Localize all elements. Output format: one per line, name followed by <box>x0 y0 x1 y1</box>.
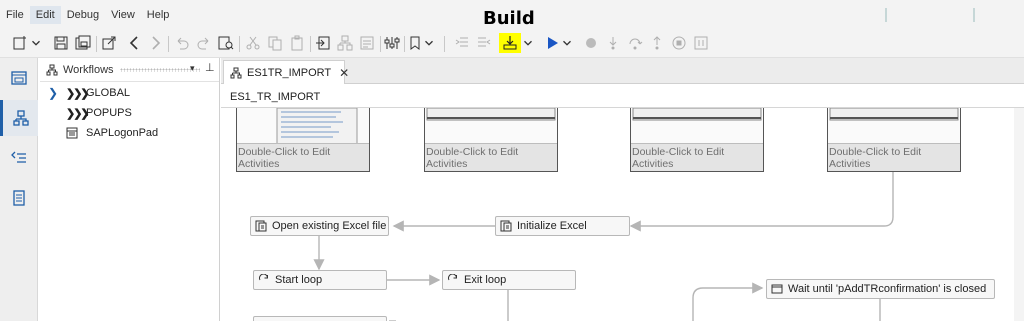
thumbnail-caption: Double-Click to Edit Activities <box>237 143 369 171</box>
title-bar-controls <box>884 6 1024 24</box>
thumbnail-preview <box>631 108 763 144</box>
workflows-panel-header: Workflows ▾ ⊥ <box>40 58 219 82</box>
toolbar <box>0 30 1024 58</box>
document-icon[interactable] <box>0 180 38 216</box>
node-wait-until-closed[interactable]: Wait until 'pAddTRconfirmation' is close… <box>766 279 995 299</box>
thumbnail-caption: Double-Click to Edit Activities <box>828 143 960 171</box>
thumbnail-caption: Double-Click to Edit Activities <box>631 143 763 171</box>
export-icon[interactable] <box>99 33 119 53</box>
panel-drag-grip[interactable] <box>120 68 200 72</box>
loop-icon <box>258 274 270 286</box>
save-all-icon[interactable] <box>73 33 93 53</box>
tree-item-saplogonpad[interactable]: SAPLogonPad <box>66 124 158 142</box>
menu-file[interactable]: File <box>0 6 30 24</box>
build-icon[interactable] <box>499 33 521 53</box>
indent-icon[interactable] <box>452 33 472 53</box>
cut-icon[interactable] <box>243 33 263 53</box>
thumbnail-preview <box>828 108 960 144</box>
import-icon[interactable] <box>313 33 333 53</box>
tree-item-label: GLOBAL <box>86 87 131 99</box>
menu-debug[interactable]: Debug <box>61 6 105 24</box>
redo-icon[interactable] <box>194 33 214 53</box>
activity-thumbnail[interactable]: Double-Click to Edit Activities <box>424 108 558 172</box>
pin-icon[interactable]: ⊥ <box>205 61 215 74</box>
window-icon[interactable] <box>0 60 38 96</box>
activity-thumbnail[interactable]: Double-Click to Edit Activities <box>630 108 764 172</box>
node-label: Wait until 'pAddTRconfirmation' is close… <box>788 283 987 295</box>
dropdown-chevron-icon[interactable] <box>521 33 535 53</box>
group-icon[interactable] <box>335 33 355 53</box>
forward-icon[interactable] <box>145 33 165 53</box>
node-open-excel[interactable]: Open existing Excel file <box>250 216 389 236</box>
find-icon[interactable] <box>216 33 236 53</box>
window-icon <box>771 283 783 295</box>
loop-icon <box>447 274 459 286</box>
chevron-down-icon[interactable]: ▾ <box>190 63 195 74</box>
new-icon[interactable] <box>10 33 30 53</box>
window-list-icon <box>66 127 86 139</box>
tree-item-label: POPUPS <box>86 107 132 119</box>
chevron-right-icon[interactable]: ❯ <box>48 86 66 100</box>
thumbnail-caption: Double-Click to Edit Activities <box>425 143 557 171</box>
node-label: Exit loop <box>464 274 507 286</box>
thumbnail-preview <box>237 108 369 145</box>
undo-icon[interactable] <box>172 33 192 53</box>
copy-icon[interactable] <box>265 33 285 53</box>
node-label: Start loop <box>275 274 323 286</box>
node-exit-loop[interactable]: Exit loop <box>442 270 576 290</box>
editor-workflow-title: ES1_TR_IMPORT <box>221 84 1024 108</box>
outdent-icon[interactable] <box>474 33 494 53</box>
paste-icon[interactable] <box>287 33 307 53</box>
dropdown-chevron-icon[interactable] <box>560 33 574 53</box>
node-label: Open existing Excel file <box>272 220 387 232</box>
dropdown-chevron-icon[interactable] <box>422 33 436 53</box>
menu-view[interactable]: View <box>105 6 141 24</box>
list-arrow-icon[interactable] <box>0 140 38 176</box>
thumbnail-preview <box>425 108 557 144</box>
step-over-icon[interactable] <box>625 33 645 53</box>
activity-thumbnail[interactable]: Double-Click to Edit Activities <box>236 108 370 172</box>
tree-item-popups[interactable]: ❯❯❯ POPUPS <box>66 104 132 122</box>
node-label: Initialize Excel <box>517 220 587 232</box>
editor-tab-bar: ES1TR_IMPORT ✕ <box>221 58 1024 84</box>
form-icon[interactable] <box>357 33 377 53</box>
workflow-canvas[interactable]: Double-Click to Edit Activities Double-C… <box>221 108 1024 321</box>
menu-help[interactable]: Help <box>141 6 176 24</box>
step-into-icon[interactable] <box>603 33 623 53</box>
stop-icon[interactable] <box>669 33 689 53</box>
tree-item-global[interactable]: ❯ ❯❯❯ GLOBAL <box>48 84 130 102</box>
tab-es1tr-import[interactable]: ES1TR_IMPORT ✕ <box>223 60 349 84</box>
activity-bar <box>0 58 38 321</box>
chevron-group-icon: ❯❯❯ <box>66 107 90 120</box>
workflows-panel-title: Workflows <box>63 63 114 76</box>
workflow-tree-icon[interactable] <box>0 100 38 136</box>
workflows-panel: Workflows ▾ ⊥ ❯ ❯❯❯ GLOBAL ❯❯❯ POPUPS SA… <box>40 58 220 321</box>
menu-edit[interactable]: Edit <box>29 6 61 24</box>
back-icon[interactable] <box>125 33 145 53</box>
build-annotation-label: Build <box>483 8 535 29</box>
excel-activity-icon <box>255 220 267 232</box>
properties-icon[interactable] <box>382 33 402 53</box>
workflow-tree-icon <box>230 67 242 79</box>
run-icon[interactable] <box>542 33 562 53</box>
node-initialize-excel[interactable]: Initialize Excel <box>495 216 630 236</box>
dropdown-chevron-icon[interactable] <box>29 33 43 53</box>
node-partial[interactable] <box>253 316 387 321</box>
canvas-scrollbar[interactable] <box>1014 108 1024 321</box>
workflow-tree-icon <box>46 64 58 76</box>
node-start-loop[interactable]: Start loop <box>253 270 387 290</box>
activity-thumbnail[interactable]: Double-Click to Edit Activities <box>827 108 961 172</box>
breakpoint-icon[interactable] <box>581 33 601 53</box>
tree-item-label: SAPLogonPad <box>86 127 159 139</box>
excel-activity-icon <box>500 220 512 232</box>
chevron-group-icon: ❯❯❯ <box>66 87 90 100</box>
step-out-icon[interactable] <box>647 33 667 53</box>
save-icon[interactable] <box>51 33 71 53</box>
pause-icon[interactable] <box>691 33 711 53</box>
close-icon[interactable]: ✕ <box>339 66 349 80</box>
tab-label: ES1TR_IMPORT <box>247 66 332 79</box>
